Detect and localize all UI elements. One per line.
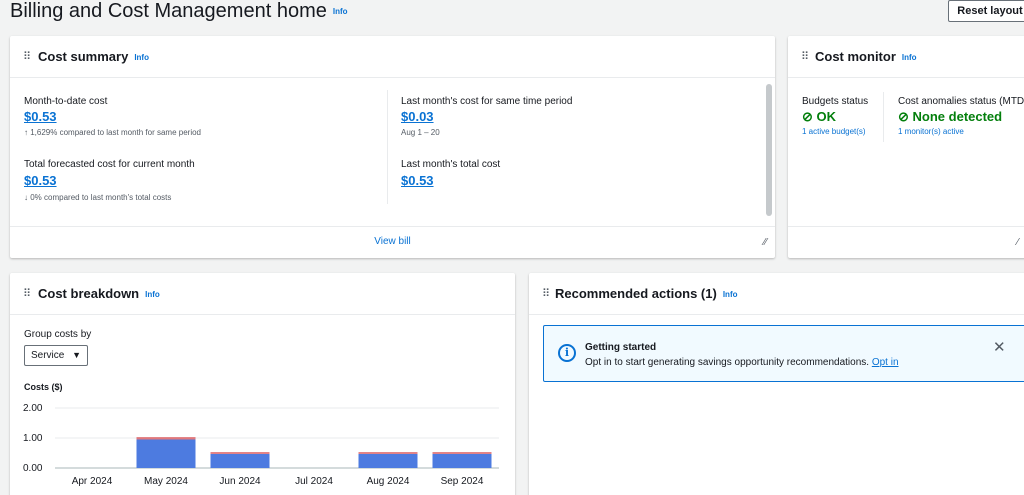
cost-breakdown-title-text: Cost breakdown [38, 286, 140, 301]
recommended-actions-title: Recommended actions (1) Info [555, 286, 738, 301]
alert-text: Opt in to start generating savings oppor… [585, 357, 899, 368]
chart-ylabel: Costs ($) [24, 382, 63, 392]
forecast-cost-note-text: 0% compared to last month's total costs [30, 193, 172, 202]
down-arrow-icon: ↓ [24, 193, 28, 202]
view-bill-link[interactable]: View bill [10, 236, 775, 247]
up-arrow-icon: ↑ [24, 128, 28, 137]
summary-divider [387, 90, 388, 204]
getting-started-alert: i Getting started Opt in to start genera… [543, 325, 1024, 382]
active-budgets-link[interactable]: 1 active budget(s) [802, 127, 866, 136]
drag-handle-icon[interactable]: ⠿ [23, 288, 31, 300]
forecast-cost-value[interactable]: $0.53 [24, 173, 57, 188]
last-same-period-value[interactable]: $0.03 [401, 109, 434, 124]
x-tick-label: Aug 2024 [367, 476, 410, 487]
cost-summary-panel: ⠿ Cost summary Info Month-to-date cost $0… [10, 36, 775, 258]
cost-summary-footer: View bill ⁄⁄ [10, 226, 775, 258]
anomalies-status-value: ⊘ None detected [898, 109, 1002, 125]
bar-sep-2024-segment-1[interactable] [432, 453, 492, 468]
opt-in-link[interactable]: Opt in [872, 357, 899, 368]
mtd-cost-note: ↑ 1,629% compared to last month for same… [24, 128, 201, 137]
bar-sep-2024-segment-2[interactable] [432, 452, 492, 454]
last-total-label: Last month's total cost [401, 159, 501, 170]
mtd-cost-value[interactable]: $0.53 [24, 109, 57, 124]
cost-monitor-header: ⠿ Cost monitor Info [788, 36, 1024, 78]
bar-aug-2024-segment-1[interactable] [358, 453, 418, 468]
check-circle-icon: ⊘ [802, 109, 813, 124]
budgets-status-value: ⊘ OK [802, 109, 836, 125]
cost-summary-info-link[interactable]: Info [134, 53, 149, 62]
y-tick-label: 2.00 [23, 403, 43, 414]
cost-monitor-title: Cost monitor Info [815, 49, 917, 64]
x-tick-label: Jul 2024 [295, 476, 333, 487]
bar-aug-2024-segment-2[interactable] [358, 452, 418, 454]
info-circle-icon: i [558, 344, 576, 362]
forecast-cost-label: Total forecasted cost for current month [24, 159, 195, 170]
budgets-status-text: OK [816, 109, 837, 124]
group-costs-label: Group costs by [24, 329, 92, 340]
budgets-status-label: Budgets status [802, 96, 869, 107]
bar-may-2024-segment-1[interactable] [136, 439, 196, 469]
alert-message: Opt in to start generating savings oppor… [585, 357, 870, 368]
recommended-info-link[interactable]: Info [723, 290, 738, 299]
drag-handle-icon[interactable]: ⠿ [801, 51, 809, 63]
page-title-text: Billing and Cost Management home [10, 0, 327, 22]
drag-handle-icon[interactable]: ⠿ [23, 51, 31, 63]
group-by-select[interactable]: Service ▼ [24, 345, 88, 366]
check-circle-icon: ⊘ [898, 109, 909, 124]
anomalies-status-text: None detected [912, 109, 1003, 124]
recommended-actions-title-text: Recommended actions (1) [555, 286, 717, 301]
reset-layout-button[interactable]: Reset layout [948, 0, 1024, 22]
resize-handle-icon[interactable]: ⁄⁄ [764, 237, 767, 248]
last-same-period-note: Aug 1 – 20 [401, 128, 440, 137]
cost-monitor-footer: ⁄ [788, 226, 1024, 258]
x-tick-label: Apr 2024 [72, 476, 113, 487]
cost-summary-title-text: Cost summary [38, 49, 129, 64]
cost-summary-header: ⠿ Cost summary Info [10, 36, 775, 78]
y-tick-label: 0.00 [23, 463, 43, 474]
bar-jun-2024-segment-2[interactable] [210, 452, 270, 454]
drag-handle-icon[interactable]: ⠿ [542, 288, 550, 300]
cost-monitor-panel: ⠿ Cost monitor Info Budgets status ⊘ OK 1… [788, 36, 1024, 258]
y-tick-label: 1.00 [23, 433, 43, 444]
cost-monitor-info-link[interactable]: Info [902, 53, 917, 62]
forecast-cost-note: ↓ 0% compared to last month's total cost… [24, 193, 171, 202]
last-same-period-label: Last month's cost for same time period [401, 96, 573, 107]
resize-handle-icon[interactable]: ⁄ [1017, 237, 1019, 248]
cost-breakdown-title: Cost breakdown Info [38, 286, 160, 301]
anomalies-status-label: Cost anomalies status (MTD) [898, 96, 1024, 107]
group-by-value: Service [31, 350, 65, 361]
cost-breakdown-info-link[interactable]: Info [145, 290, 160, 299]
x-tick-label: Jun 2024 [219, 476, 261, 487]
recommended-actions-header: ⠿ Recommended actions (1) Info [529, 273, 1024, 315]
mtd-cost-label: Month-to-date cost [24, 96, 108, 107]
caret-down-icon: ▼ [72, 350, 81, 360]
last-total-value[interactable]: $0.53 [401, 173, 434, 188]
recommended-actions-panel: ⠿ Recommended actions (1) Info [529, 273, 1024, 495]
cost-summary-title: Cost summary Info [38, 49, 149, 64]
x-tick-label: Sep 2024 [441, 476, 484, 487]
bar-jun-2024-segment-1[interactable] [210, 453, 270, 468]
page-info-link[interactable]: Info [333, 7, 348, 16]
scrollbar[interactable] [766, 84, 772, 216]
cost-monitor-title-text: Cost monitor [815, 49, 896, 64]
x-tick-label: May 2024 [144, 476, 188, 487]
mtd-cost-note-text: 1,629% compared to last month for same p… [30, 128, 201, 137]
active-monitors-link[interactable]: 1 monitor(s) active [898, 127, 964, 136]
cost-breakdown-header: ⠿ Cost breakdown Info [10, 273, 515, 315]
monitor-divider [883, 92, 884, 142]
page-title: Billing and Cost Management home Info [10, 0, 348, 23]
close-icon[interactable]: ✕ [993, 338, 1006, 356]
bar-may-2024-segment-2[interactable] [136, 437, 196, 440]
cost-breakdown-chart: Costs ($) 2.00 1.00 0.00 Apr 2024 May 2024 J… [23, 382, 499, 487]
alert-title: Getting started [585, 342, 657, 353]
